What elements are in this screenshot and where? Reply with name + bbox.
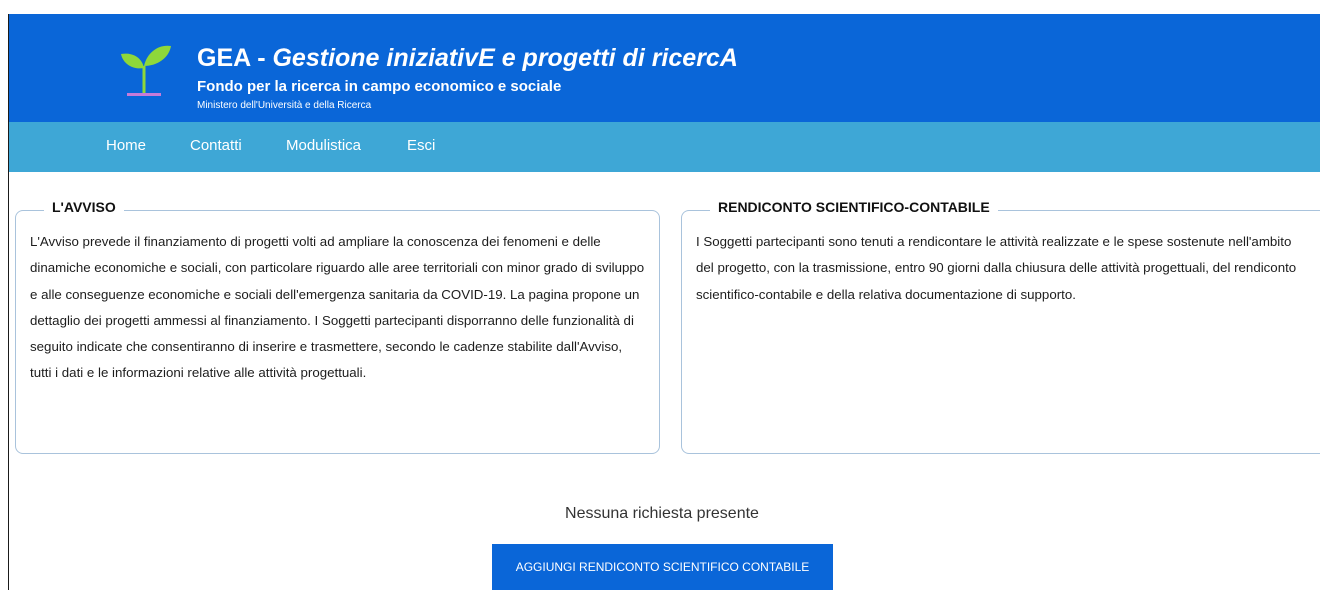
app-title-italic: Gestione iniziativE e progetti di ricerc…: [272, 44, 738, 72]
app-title-prefix: GEA -: [197, 44, 266, 72]
add-rendiconto-button[interactable]: AGGIUNGI RENDICONTO SCIENTIFICO CONTABIL…: [492, 544, 833, 590]
main-nav: Home Contatti Modulistica Esci: [9, 122, 1320, 172]
empty-state-message: Nessuna richiesta presente: [565, 505, 759, 522]
nav-modulistica[interactable]: Modulistica: [286, 137, 361, 154]
rendiconto-text: I Soggetti partecipanti sono tenuti a re…: [696, 234, 1297, 302]
sprout-icon: [121, 45, 171, 96]
rendiconto-title: RENDICONTO SCIENTIFICO-CONTABILE: [710, 199, 998, 215]
avviso-panel: L'AVVISO L'Avviso prevede il finanziamen…: [15, 199, 660, 454]
app-title: GEA - Gestione iniziativE e progetti di …: [197, 44, 738, 73]
rendiconto-panel: RENDICONTO SCIENTIFICO-CONTABILE I Sogge…: [681, 199, 1320, 454]
nav-contatti[interactable]: Contatti: [190, 137, 242, 154]
avviso-text: L'Avviso prevede il finanziamento di pro…: [30, 234, 645, 381]
app-subtitle: Fondo per la ricerca in campo economico …: [197, 78, 562, 95]
site-header: GEA - Gestione iniziativE e progetti di …: [9, 14, 1320, 122]
avviso-title: L'AVVISO: [44, 199, 124, 215]
ministry-label: Ministero dell'Università e della Ricerc…: [197, 100, 372, 111]
nav-home[interactable]: Home: [106, 137, 146, 154]
nav-esci[interactable]: Esci: [407, 137, 435, 154]
